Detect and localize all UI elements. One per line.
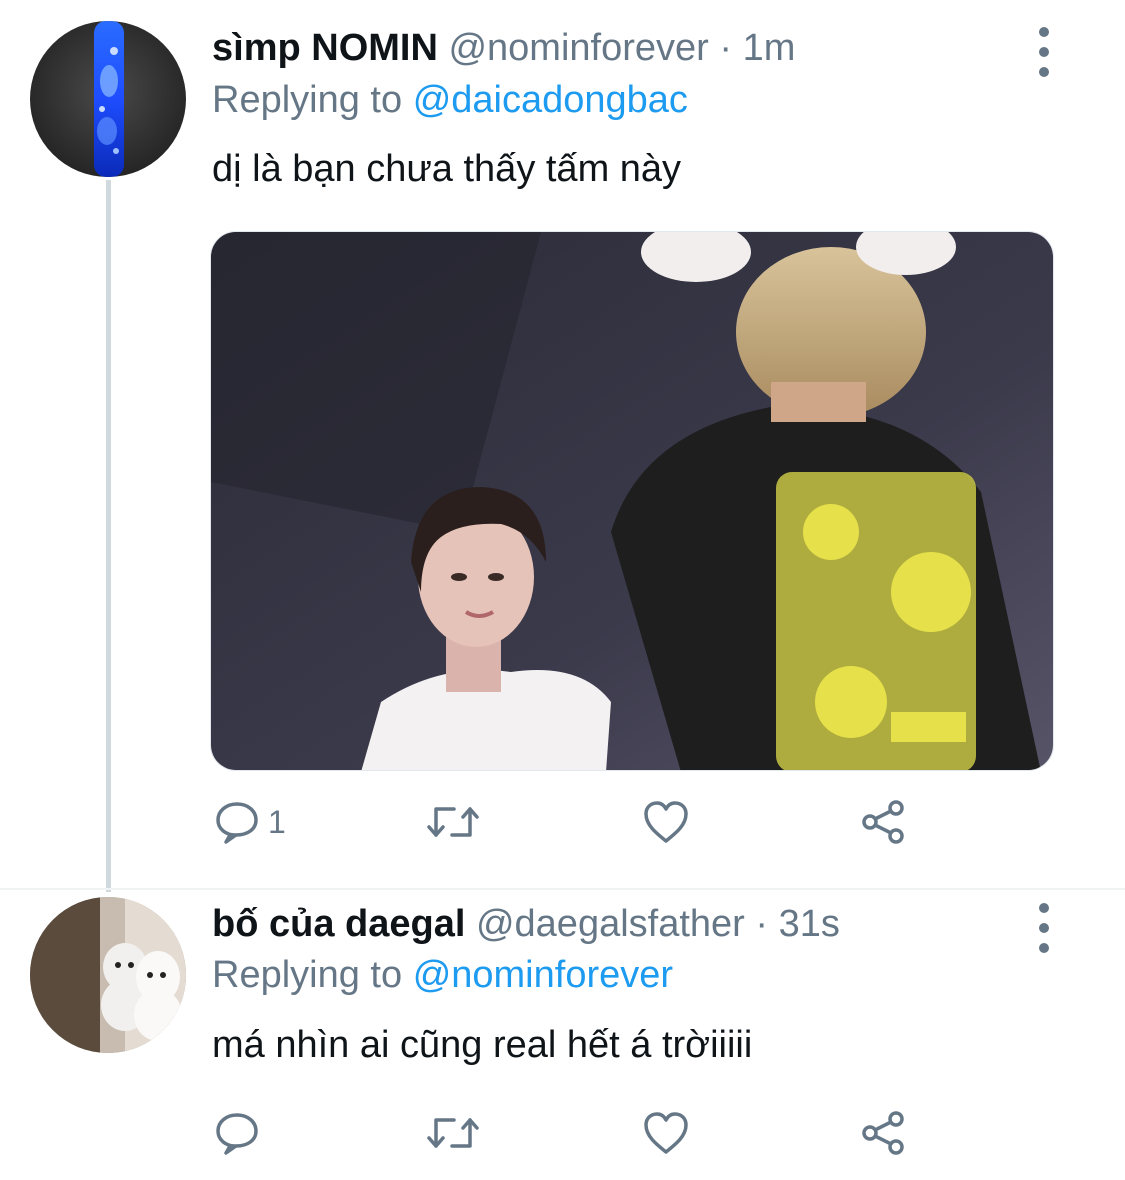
avatar[interactable] <box>30 897 186 1053</box>
tweet-actions: 1 <box>212 792 932 852</box>
timestamp[interactable]: 31s <box>779 903 840 945</box>
avatar[interactable] <box>30 21 186 177</box>
replying-to-mention[interactable]: @nominforever <box>413 954 673 996</box>
share-icon <box>860 1110 908 1156</box>
reply-icon <box>214 799 260 845</box>
share-button[interactable] <box>860 1103 908 1163</box>
retweet-icon <box>426 1110 480 1156</box>
replying-to-label: Replying to <box>212 954 403 996</box>
like-button[interactable] <box>642 1103 690 1163</box>
retweet-button[interactable] <box>426 792 480 852</box>
reply-count: 1 <box>268 803 286 840</box>
like-icon <box>642 799 690 845</box>
more-icon[interactable] <box>1029 903 1059 953</box>
user-handle[interactable]: @daegalsfather <box>476 903 745 945</box>
retweet-button[interactable] <box>426 1103 480 1163</box>
tweet-actions <box>212 1103 932 1163</box>
replying-to-line: Replying to @nominforever <box>212 952 673 998</box>
share-button[interactable] <box>860 792 908 852</box>
like-icon <box>642 1110 690 1156</box>
tweet-header: sìmp NOMIN @nominforever · 1m <box>212 25 795 71</box>
share-icon <box>860 799 908 845</box>
replying-to-line: Replying to @daicadongbac <box>212 77 688 123</box>
like-button[interactable] <box>642 792 690 852</box>
user-handle[interactable]: @nominforever <box>448 27 708 69</box>
tweet-header: bố của daegal @daegalsfather · 31s <box>212 901 840 947</box>
tweet-text: dị là bạn chưa thấy tấm này <box>212 148 682 190</box>
separator-dot: · <box>719 27 733 69</box>
replying-to-mention[interactable]: @daicadongbac <box>413 79 688 121</box>
thread-connector-line <box>106 180 111 892</box>
display-name[interactable]: sìmp NOMIN <box>212 27 438 69</box>
retweet-icon <box>426 799 480 845</box>
tweet-divider <box>0 888 1125 890</box>
more-icon[interactable] <box>1029 27 1059 77</box>
display-name[interactable]: bố của daegal <box>212 903 465 945</box>
timestamp[interactable]: 1m <box>743 27 796 69</box>
tweet-media-photo[interactable] <box>210 231 1054 771</box>
reply-button[interactable] <box>214 1103 268 1163</box>
reply-icon <box>214 1110 260 1156</box>
reply-button[interactable]: 1 <box>214 792 286 852</box>
replying-to-label: Replying to <box>212 79 403 121</box>
tweet-text: má nhìn ai cũng real hết á trờiiiii <box>212 1024 753 1066</box>
separator-dot: · <box>755 903 769 945</box>
